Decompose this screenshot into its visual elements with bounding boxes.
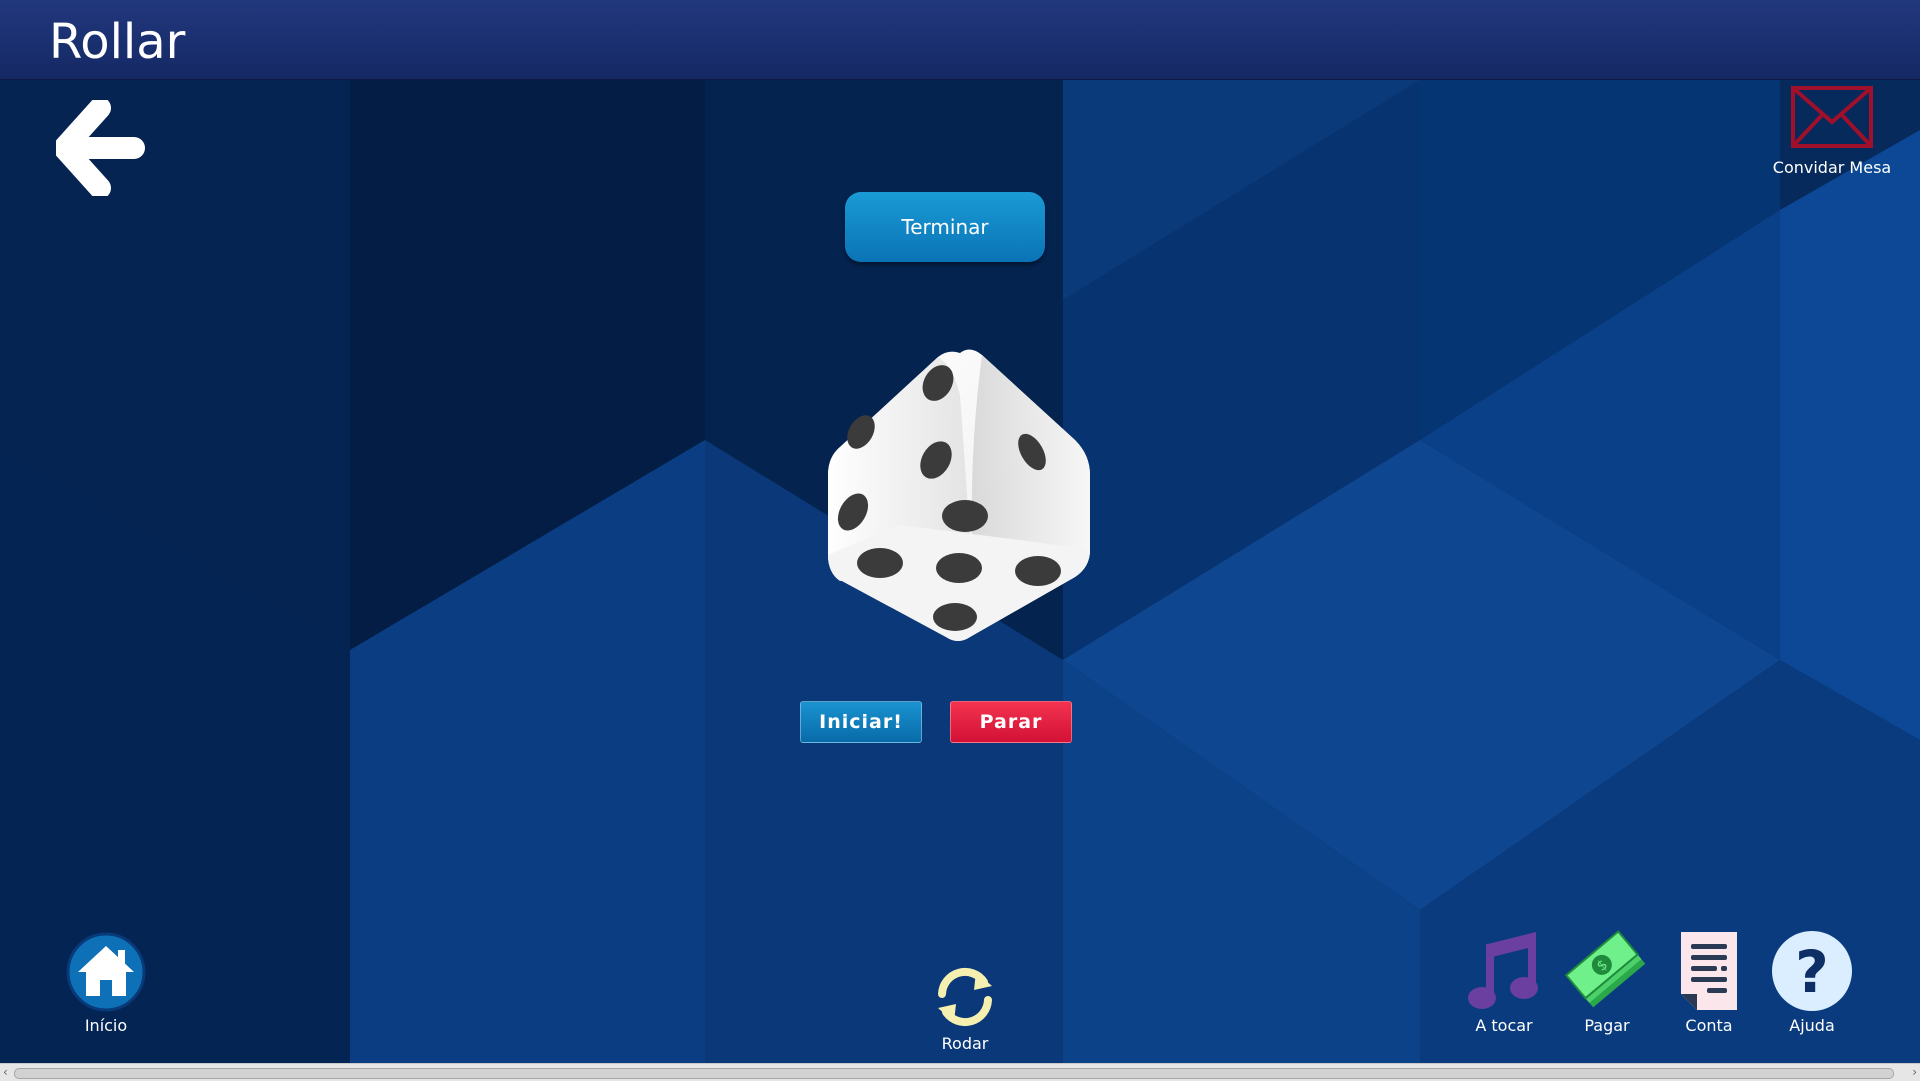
account-label: Conta — [1685, 1016, 1733, 1035]
nav-playing[interactable]: A tocar — [1462, 930, 1546, 1036]
scroll-left-icon[interactable]: ‹ — [3, 1064, 8, 1080]
home-label: Início — [84, 1016, 128, 1035]
start-button[interactable]: Iniciar! — [800, 701, 922, 743]
nav-account[interactable]: Conta — [1667, 930, 1751, 1036]
nav-pay[interactable]: $ Pagar — [1563, 930, 1651, 1036]
app-header: Rollar — [0, 0, 1920, 80]
dice-icon — [828, 349, 1090, 641]
svg-text:?: ? — [1795, 938, 1829, 1006]
help-icon: ? — [1772, 931, 1852, 1011]
playing-label: A tocar — [1475, 1016, 1533, 1035]
pay-label: Pagar — [1584, 1016, 1630, 1035]
help-label: Ajuda — [1789, 1016, 1835, 1035]
invite-table-button[interactable]: Convidar Mesa — [1772, 86, 1892, 178]
stop-button[interactable]: Parar — [950, 701, 1072, 743]
rotate-label: Rodar — [941, 1034, 989, 1053]
envelope-icon — [1791, 86, 1873, 148]
page-title: Rollar — [49, 14, 186, 70]
scroll-thumb[interactable] — [14, 1068, 1894, 1079]
scroll-right-icon[interactable]: › — [1912, 1064, 1917, 1080]
back-button[interactable] — [53, 97, 146, 199]
receipt-icon — [1681, 932, 1737, 1010]
invite-label: Convidar Mesa — [1772, 158, 1892, 177]
terminar-button[interactable]: Terminar — [845, 192, 1045, 262]
nav-home[interactable]: Início — [60, 932, 152, 1036]
home-icon — [66, 932, 146, 1012]
horizontal-scrollbar[interactable]: ‹ › — [0, 1063, 1920, 1081]
back-arrow-icon — [53, 97, 145, 199]
nav-rotate[interactable]: Rodar — [925, 964, 1005, 1054]
rotate-icon — [938, 967, 992, 1027]
money-icon: $ — [1565, 930, 1646, 1008]
nav-help[interactable]: ? Ajuda — [1770, 930, 1854, 1036]
music-note-icon — [1468, 932, 1538, 1009]
